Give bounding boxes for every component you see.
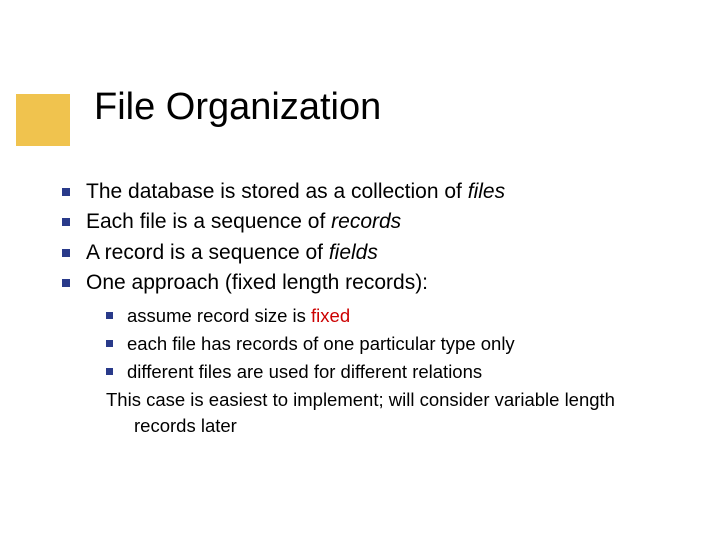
sub-item-text: each file has records of one particular …	[127, 331, 515, 357]
list-item: The database is stored as a collection o…	[62, 178, 662, 206]
list-item-text: One approach (fixed length records):	[86, 269, 662, 297]
bullet-icon	[106, 340, 113, 347]
bullet-icon	[62, 279, 70, 287]
slide: File Organization The database is stored…	[0, 0, 720, 540]
list-item-text: A record is a sequence of fields	[86, 239, 662, 267]
trailer-text: This case is easiest to implement; will …	[106, 387, 662, 439]
sub-list-item: each file has records of one particular …	[106, 331, 662, 357]
list-item: Each file is a sequence of records	[62, 208, 662, 236]
sub-item-text: different files are used for different r…	[127, 359, 482, 385]
text-run: A record is a sequence of	[86, 241, 329, 264]
sub-list-item: different files are used for different r…	[106, 359, 662, 385]
list-item: A record is a sequence of fields	[62, 239, 662, 267]
bullet-icon	[106, 312, 113, 319]
text-run: Each file is a sequence of	[86, 210, 331, 233]
list-item-text: The database is stored as a collection o…	[86, 178, 662, 206]
text-run: The database is stored as a collection o…	[86, 180, 468, 203]
emphasis: records	[331, 210, 401, 233]
sub-list: assume record size is fixed each file ha…	[106, 303, 662, 438]
bullet-icon	[62, 188, 70, 196]
highlight-word: fixed	[311, 305, 350, 326]
text-run: One approach (fixed length records):	[86, 271, 428, 294]
sub-trailer: This case is easiest to implement; will …	[106, 387, 662, 439]
list-item-text: Each file is a sequence of records	[86, 208, 662, 236]
sub-list-item: assume record size is fixed	[106, 303, 662, 329]
emphasis: fields	[329, 241, 378, 264]
slide-title: File Organization	[94, 86, 381, 129]
accent-box	[16, 94, 70, 146]
slide-body: The database is stored as a collection o…	[62, 178, 662, 439]
emphasis: files	[468, 180, 505, 203]
bullet-icon	[62, 249, 70, 257]
sub-item-text: assume record size is fixed	[127, 303, 350, 329]
list-item: One approach (fixed length records):	[62, 269, 662, 297]
bullet-icon	[106, 368, 113, 375]
text-run: assume record size is	[127, 305, 311, 326]
bullet-icon	[62, 218, 70, 226]
